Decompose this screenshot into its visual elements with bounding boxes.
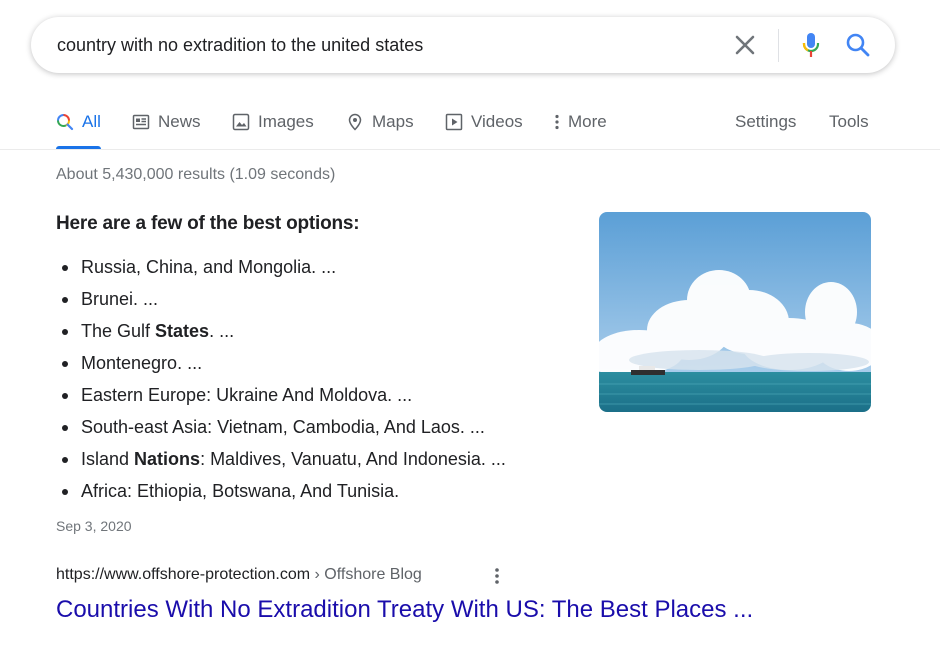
search-bar <box>31 17 895 73</box>
search-multicolor-icon <box>57 114 74 131</box>
search-input[interactable] <box>57 17 717 73</box>
result-domain: https://www.offshore-protection.com <box>56 566 311 583</box>
list-item: Montenegro. ... <box>56 347 506 379</box>
tabs-divider <box>0 149 940 150</box>
microphone-icon[interactable] <box>796 30 826 60</box>
search-tabs: All News Images Maps Videos More Setting… <box>0 100 940 150</box>
list-item: Eastern Europe: Ukraine And Moldova. ... <box>56 379 506 411</box>
tab-news-label: News <box>158 112 201 131</box>
image-icon <box>232 113 250 131</box>
result-breadcrumb: › Offshore Blog <box>310 566 422 583</box>
play-icon <box>445 113 463 131</box>
snippet-date: Sep 3, 2020 <box>56 518 132 534</box>
list-item: South-east Asia: Vietnam, Cambodia, And … <box>56 411 506 443</box>
list-item: The Gulf States. ... <box>56 315 506 347</box>
result-title-link[interactable]: Countries With No Extradition Treaty Wit… <box>56 596 753 624</box>
tab-videos[interactable]: Videos <box>445 100 523 148</box>
list-item-text: Island <box>81 449 135 469</box>
tab-tools[interactable]: Tools <box>829 100 869 148</box>
tab-more-label: More <box>568 112 607 131</box>
list-item-text-after: . ... <box>209 321 235 341</box>
list-item: Africa: Ethiopia, Botswana, And Tunisia. <box>56 475 506 507</box>
list-item-text: Brunei. ... <box>81 289 159 309</box>
tab-news[interactable]: News <box>132 100 201 148</box>
list-item-text: Africa: Ethiopia, Botswana, And Tunisia. <box>81 481 400 501</box>
result-options-icon[interactable] <box>488 566 506 586</box>
clear-icon[interactable] <box>731 31 759 59</box>
newspaper-icon <box>132 114 150 130</box>
tab-all[interactable]: All <box>56 100 101 148</box>
tab-settings-label: Settings <box>735 112 797 131</box>
tab-settings[interactable]: Settings <box>735 100 796 148</box>
list-item-text: South-east Asia: Vietnam, Cambodia, And … <box>81 417 485 437</box>
tab-more[interactable]: More <box>552 100 607 148</box>
list-item-text: Eastern Europe: Ukraine And Moldova. ... <box>81 385 413 405</box>
list-item: Brunei. ... <box>56 283 506 315</box>
tab-all-label: All <box>82 112 101 131</box>
list-item-text-after: : Maldives, Vanuatu, And Indonesia. ... <box>200 449 506 469</box>
ocean-clouds-boat-thumbnail[interactable] <box>599 212 871 412</box>
list-item-text: Montenegro. ... <box>81 353 203 373</box>
list-item-bold: States <box>155 321 210 341</box>
vertical-dots-icon <box>555 114 559 130</box>
search-icon[interactable] <box>843 30 873 60</box>
snippet-heading: Here are a few of the best options: <box>56 213 360 234</box>
list-item-text: Russia, China, and Mongolia. ... <box>81 257 337 277</box>
tab-images[interactable]: Images <box>232 100 314 148</box>
list-item: Island Nations: Maldives, Vanuatu, And I… <box>56 443 506 475</box>
list-item-bold: Nations <box>134 449 201 469</box>
tab-maps-label: Maps <box>372 112 414 131</box>
tab-maps[interactable]: Maps <box>346 100 414 148</box>
result-url: https://www.offshore-protection.com › Of… <box>56 566 422 584</box>
tab-images-label: Images <box>258 112 314 131</box>
search-bar-divider <box>778 29 779 62</box>
tab-videos-label: Videos <box>471 112 523 131</box>
snippet-list: Russia, China, and Mongolia. ... Brunei.… <box>56 251 506 507</box>
result-stats: About 5,430,000 results (1.09 seconds) <box>56 166 336 183</box>
tab-tools-label: Tools <box>829 112 869 131</box>
list-item-text: The Gulf <box>81 321 156 341</box>
map-pin-icon <box>348 113 362 131</box>
list-item: Russia, China, and Mongolia. ... <box>56 251 506 283</box>
